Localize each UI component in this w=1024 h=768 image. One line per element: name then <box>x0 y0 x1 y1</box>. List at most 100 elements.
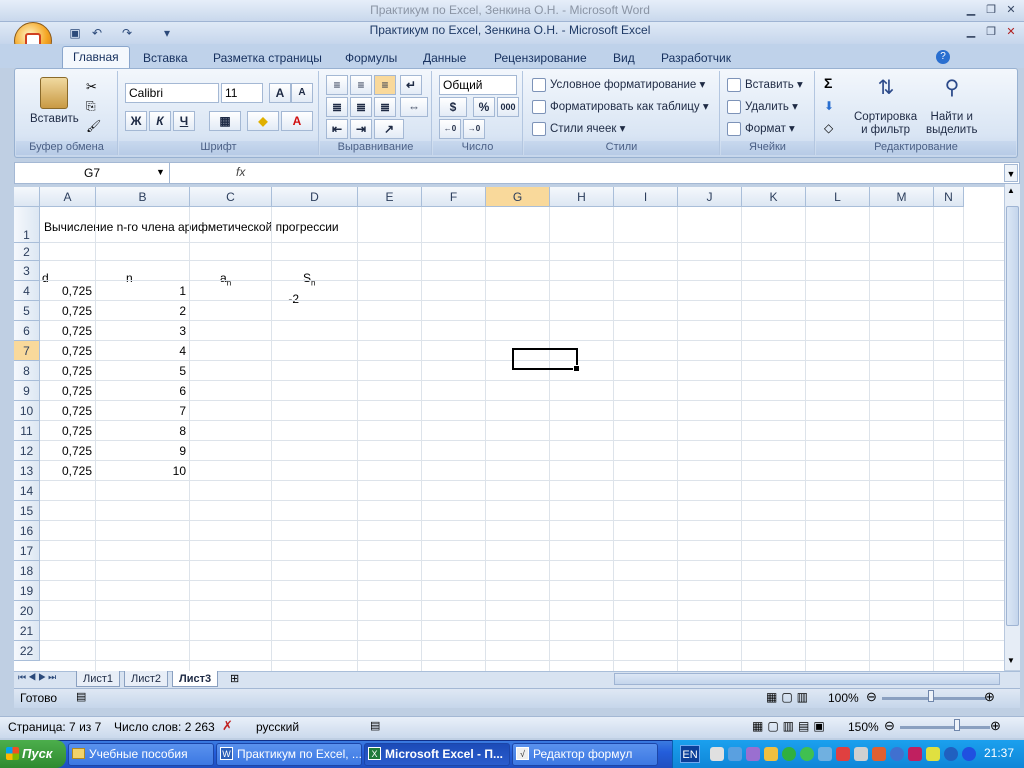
cell-c3[interactable]: an <box>220 268 231 288</box>
word-macro-icon[interactable]: ▤ <box>370 719 380 732</box>
font-size-select[interactable]: 11 <box>221 83 263 103</box>
cell-b11[interactable]: 8 <box>96 421 186 441</box>
tray-volume-icon[interactable] <box>854 747 868 761</box>
tab-developer[interactable]: Разработчик <box>661 48 731 68</box>
row-header-17[interactable]: 17 <box>14 541 40 561</box>
wrap-text-icon[interactable]: ↵ <box>400 75 422 95</box>
tray-app-icon[interactable] <box>746 747 760 761</box>
redo-icon[interactable]: ↷ <box>118 26 136 40</box>
orientation-icon[interactable]: ↗ <box>374 119 404 139</box>
increase-decimal-icon[interactable]: ←0 <box>439 119 461 139</box>
row-header-6[interactable]: 6 <box>14 321 40 341</box>
cell-a5[interactable]: 0,725 <box>40 301 92 321</box>
cell-a1[interactable]: Вычисление n-го члена арифметической про… <box>44 214 339 240</box>
cell-b4[interactable]: 1 <box>96 281 186 301</box>
row-header-16[interactable]: 16 <box>14 521 40 541</box>
scroll-up-icon[interactable]: ▲ <box>1007 186 1015 195</box>
word-close-button[interactable]: ✕ <box>1002 2 1020 18</box>
spellcheck-icon[interactable]: ✗ <box>222 718 233 734</box>
row-header-11[interactable]: 11 <box>14 421 40 441</box>
horizontal-scrollbar[interactable] <box>614 673 1000 685</box>
column-header-d[interactable]: D <box>272 187 358 207</box>
row-header-10[interactable]: 10 <box>14 401 40 421</box>
word-restore-button[interactable]: ❐ <box>982 2 1000 18</box>
row-header-20[interactable]: 20 <box>14 601 40 621</box>
borders-icon[interactable]: ▦ <box>209 111 241 131</box>
copy-icon[interactable]: ⎘ <box>86 99 96 114</box>
clear-icon[interactable]: ◇ <box>824 121 833 135</box>
row-header-7[interactable]: 7 <box>14 341 40 361</box>
fill-icon[interactable]: ⬇ <box>824 99 834 113</box>
zoom-in-icon[interactable]: ⊕ <box>984 689 995 705</box>
row-header-3[interactable]: 3 <box>14 261 40 281</box>
tray-app-icon[interactable] <box>800 747 814 761</box>
select-all-corner[interactable] <box>14 187 40 207</box>
column-header-l[interactable]: L <box>806 187 870 207</box>
currency-icon[interactable]: $ <box>439 97 467 117</box>
column-header-h[interactable]: H <box>550 187 614 207</box>
percent-button[interactable]: % <box>473 97 495 117</box>
cell-a8[interactable]: 0,725 <box>40 361 92 381</box>
decrease-decimal-icon[interactable]: →0 <box>463 119 485 139</box>
paste-button[interactable]: Вставить <box>30 113 79 125</box>
cell-b12[interactable]: 9 <box>96 441 186 461</box>
row-header-2[interactable]: 2 <box>14 243 40 261</box>
sheet-tab-1[interactable]: Лист1 <box>76 671 121 687</box>
tab-review[interactable]: Рецензирование <box>494 48 587 68</box>
thousands-button[interactable]: 000 <box>497 97 519 117</box>
align-top-icon[interactable]: ≡ <box>326 75 348 95</box>
excel-restore-button[interactable]: ❐ <box>982 24 1000 40</box>
cell-c4[interactable]: -2 <box>219 289 299 309</box>
row-header-1[interactable]: 1 <box>14 207 40 243</box>
font-name-select[interactable]: Calibri <box>125 83 219 103</box>
delete-cells-button[interactable]: Удалить ▾ <box>727 99 798 114</box>
bold-button[interactable]: Ж <box>125 111 147 131</box>
italic-button[interactable]: К <box>149 111 171 131</box>
row-header-18[interactable]: 18 <box>14 561 40 581</box>
tray-app-icon[interactable] <box>710 747 724 761</box>
cut-icon[interactable]: ✂ <box>86 79 97 95</box>
tray-app-icon[interactable] <box>818 747 832 761</box>
cell-d3[interactable]: Sn <box>303 268 315 288</box>
paste-icon[interactable] <box>40 77 68 109</box>
cell-a7[interactable]: 0,725 <box>40 341 92 361</box>
shrink-font-button[interactable]: A <box>291 83 313 103</box>
spreadsheet-grid[interactable]: Вычисление n-го члена арифметической про… <box>14 187 1004 671</box>
word-zoom-level[interactable]: 150% <box>848 720 879 734</box>
sheet-tab-2[interactable]: Лист2 <box>124 671 169 687</box>
row-header-22[interactable]: 22 <box>14 641 40 661</box>
word-zoom-out-icon[interactable]: ⊖ <box>884 718 895 734</box>
fill-color-icon[interactable]: ◆ <box>247 111 279 131</box>
row-header-14[interactable]: 14 <box>14 481 40 501</box>
increase-indent-icon[interactable]: ⇥ <box>350 119 372 139</box>
autosum-button[interactable]: Σ <box>824 75 832 91</box>
font-color-button[interactable]: A <box>281 111 313 131</box>
word-zoom-in-icon[interactable]: ⊕ <box>990 718 1001 734</box>
align-right-icon[interactable]: ≣ <box>374 97 396 117</box>
vertical-scroll-thumb[interactable] <box>1006 206 1019 626</box>
find-select-button[interactable]: Найти и выделить <box>926 111 978 137</box>
excel-close-button[interactable]: ✕ <box>1002 24 1020 40</box>
insert-function-button[interactable]: fx <box>236 165 245 179</box>
row-header-8[interactable]: 8 <box>14 361 40 381</box>
excel-minimize-button[interactable]: ▁ <box>962 24 980 40</box>
align-center-icon[interactable]: ≣ <box>350 97 372 117</box>
row-header-4[interactable]: 4 <box>14 281 40 301</box>
underline-button[interactable]: Ч <box>173 111 195 131</box>
cell-b10[interactable]: 7 <box>96 401 186 421</box>
cell-b7[interactable]: 4 <box>96 341 186 361</box>
row-header-9[interactable]: 9 <box>14 381 40 401</box>
format-as-table-button[interactable]: Форматировать как таблицу ▾ <box>532 99 709 114</box>
tray-app-icon[interactable] <box>926 747 940 761</box>
tray-app-icon[interactable] <box>890 747 904 761</box>
row-header-19[interactable]: 19 <box>14 581 40 601</box>
cell-b6[interactable]: 3 <box>96 321 186 341</box>
cell-a9[interactable]: 0,725 <box>40 381 92 401</box>
macro-record-icon[interactable]: ▤ <box>76 690 86 703</box>
decrease-indent-icon[interactable]: ⇤ <box>326 119 348 139</box>
tab-insert[interactable]: Вставка <box>143 48 188 68</box>
conditional-formatting-button[interactable]: Условное форматирование ▾ <box>532 77 705 92</box>
column-header-j[interactable]: J <box>678 187 742 207</box>
column-header-m[interactable]: M <box>870 187 934 207</box>
tray-app-icon[interactable] <box>908 747 922 761</box>
